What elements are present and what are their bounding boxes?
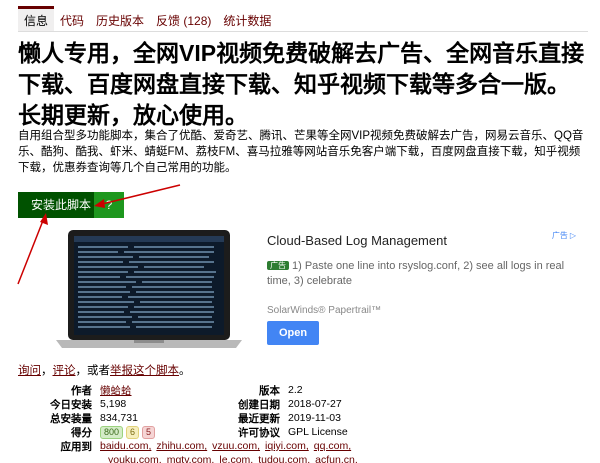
total-installs-label: 总安装量 [50, 412, 92, 425]
daily-installs-value: 5,198 [100, 398, 127, 410]
license-row: 许可协议 GPL License [218, 425, 348, 439]
laptop-image [56, 230, 242, 348]
advertisement: Cloud-Based Log Management 广告 ▷ 广告 1) Pas… [18, 226, 584, 356]
updated-value: 2019-11-03 [288, 412, 341, 424]
feedback-sep-2: ，或者 [75, 365, 111, 377]
site-link[interactable]: mgtv.com, [167, 454, 215, 463]
review-link[interactable]: 评论 [53, 365, 76, 377]
author-value: 懒蛤蛤 [100, 383, 132, 398]
install-help-button[interactable]: ? [94, 192, 124, 218]
site-link[interactable]: acfun.cn, [315, 454, 358, 463]
ad-open-button[interactable]: Open [267, 321, 319, 345]
script-tabs: 信息 代码 历史版本 反馈 (128) 统计数据 [18, 6, 277, 32]
ad-badge-label: 广告 [551, 231, 568, 240]
score-good-badge: 800 [100, 425, 124, 439]
site-link[interactable]: baidu.com, [100, 440, 151, 452]
tab-stats[interactable]: 统计数据 [217, 6, 277, 32]
score-row: 得分 800 6 5 [20, 425, 158, 439]
score-ok-badge: 6 [126, 425, 140, 439]
site-link[interactable]: vzuu.com, [212, 440, 260, 452]
ad-body: 广告 1) Paste one line into rsyslog.conf, 2… [267, 259, 577, 288]
author-row: 作者 懒蛤蛤 [20, 383, 132, 397]
report-link[interactable]: 举报这个脚本 [110, 365, 179, 377]
site-link[interactable]: iqiyi.com, [265, 440, 309, 452]
total-installs-value: 834,731 [100, 412, 138, 424]
version-label: 版本 [259, 384, 280, 397]
site-link[interactable]: zhihu.com, [156, 440, 207, 452]
score-value: 800 6 5 [100, 425, 158, 439]
ad-choices-icon: ▷ [569, 231, 576, 240]
applies-to-label: 应用到 [60, 440, 93, 453]
script-description: 自用组合型多功能脚本，集合了优酷、爱奇艺、腾讯、芒果等全网VIP视频免费破解去广… [18, 130, 584, 174]
version-row: 版本 2.2 [218, 383, 303, 397]
version-value: 2.2 [288, 384, 303, 396]
feedback-links: 询问，评论，或者举报这个脚本。 [18, 362, 191, 378]
script-title: 懒人专用，全网VIP视频免费破解去广告、全网音乐直接下载、百度网盘直接下载、知乎… [18, 40, 585, 128]
site-link[interactable]: le.com, [219, 454, 253, 463]
feedback-sep-1: ， [41, 365, 53, 377]
tab-feedback[interactable]: 反馈 (128) [150, 6, 217, 32]
ad-tag: 广告 [267, 261, 289, 270]
applies-to-sites-2: youku.com, mgtv.com, le.com, tudou.com, acfu… [108, 454, 363, 463]
applies-to-row: 应用到 baidu.com, zhihu.com, vzuu.com, iqiyi.c… [20, 439, 356, 453]
score-label: 得分 [71, 426, 92, 439]
site-link[interactable]: qq.com, [314, 440, 351, 452]
install-area: 安装此脚本 ? [18, 192, 124, 218]
ask-link[interactable]: 询问 [18, 365, 41, 377]
author-link[interactable]: 懒蛤蛤 [100, 385, 132, 397]
updated-row: 最近更新 2019-11-03 [218, 411, 341, 425]
site-link[interactable]: youku.com, [108, 454, 162, 463]
site-link[interactable]: tudou.com, [258, 454, 310, 463]
created-label: 创建日期 [238, 398, 280, 411]
ad-body-text: 1) Paste one line into rsyslog.conf, 2) … [267, 260, 565, 287]
ad-brand: SolarWinds® Papertrail™ [267, 305, 382, 316]
tab-history[interactable]: 历史版本 [90, 6, 150, 32]
daily-installs-label: 今日安装 [50, 398, 92, 411]
author-label: 作者 [71, 384, 92, 397]
updated-label: 最近更新 [238, 412, 280, 425]
feedback-end: 。 [179, 365, 191, 377]
daily-installs-row: 今日安装 5,198 [20, 397, 126, 411]
ad-headline[interactable]: Cloud-Based Log Management [267, 233, 447, 248]
applies-to-row-2: youku.com, mgtv.com, le.com, tudou.com, acfu… [108, 453, 363, 463]
created-value: 2018-07-27 [288, 398, 342, 410]
install-button[interactable]: 安装此脚本 [18, 192, 94, 218]
created-row: 创建日期 2018-07-27 [218, 397, 342, 411]
ad-badge[interactable]: 广告 ▷ [552, 230, 576, 241]
applies-to-sites-1: baidu.com, zhihu.com, vzuu.com, iqiyi.com, q… [100, 440, 356, 452]
tab-code[interactable]: 代码 [54, 6, 90, 32]
license-value: GPL License [288, 426, 348, 438]
license-label: 许可协议 [238, 426, 280, 439]
tab-info[interactable]: 信息 [18, 6, 55, 32]
score-bad-badge: 5 [142, 425, 156, 439]
total-installs-row: 总安装量 834,731 [20, 411, 138, 425]
tab-divider [18, 31, 588, 32]
